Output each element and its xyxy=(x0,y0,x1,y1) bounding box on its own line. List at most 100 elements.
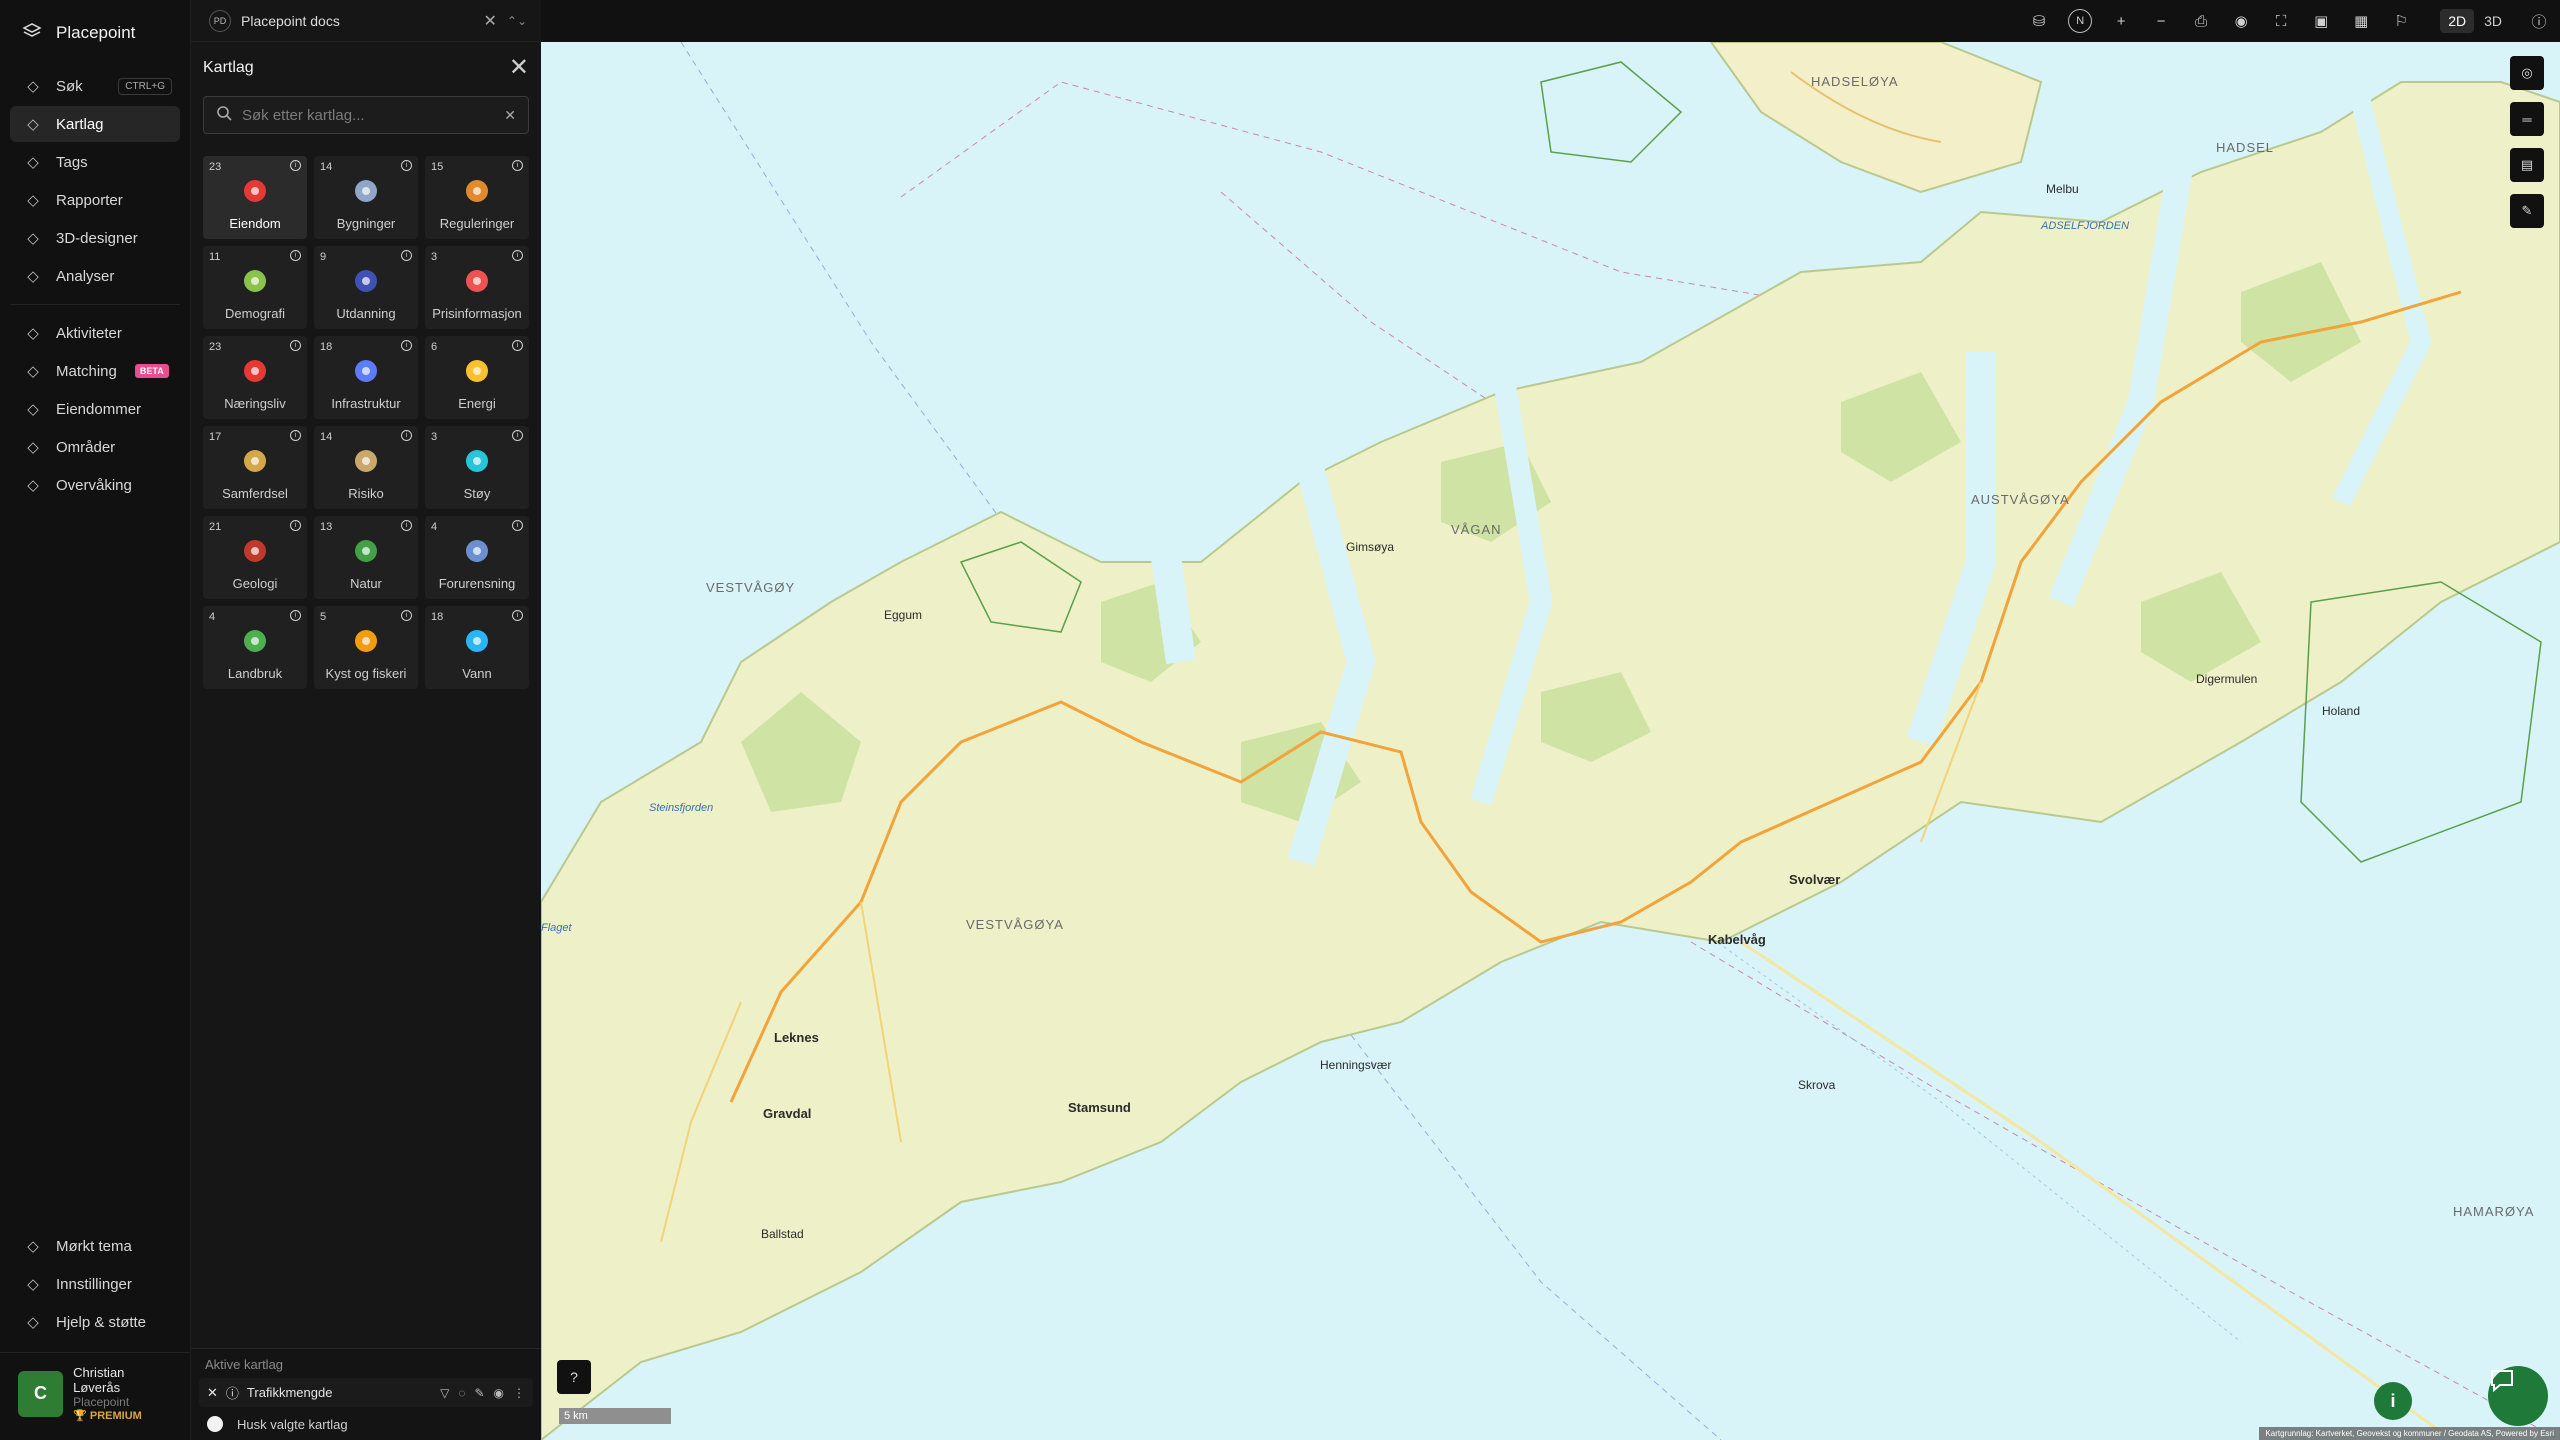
sidebar-item-analyser[interactable]: ◇ Analyser xyxy=(10,258,180,294)
edit-icon[interactable]: ✎ xyxy=(474,1386,484,1400)
layer-count: 5 xyxy=(320,611,327,623)
visibility-icon[interactable]: ◉ xyxy=(494,1386,504,1400)
mode-3d-button[interactable]: 3D xyxy=(2476,9,2510,33)
layer-category-infrastruktur[interactable]: 18 i Infrastruktur xyxy=(314,336,418,419)
layers-stack-icon[interactable]: ⛁ xyxy=(2028,10,2050,32)
brand[interactable]: Placepoint xyxy=(0,0,190,66)
sidebar-item-søk[interactable]: ◇ Søk CTRL+G xyxy=(10,68,180,104)
info-icon[interactable]: i xyxy=(401,430,412,441)
layer-category-vann[interactable]: 18 i Vann xyxy=(425,606,529,689)
sidebar-item-label: Mørkt tema xyxy=(56,1237,132,1255)
info-icon[interactable]: ⓘ xyxy=(2528,10,2550,32)
sidebar-item-3d-designer[interactable]: ◇ 3D-designer xyxy=(10,220,180,256)
remove-layer-icon[interactable]: ✕ xyxy=(207,1385,218,1401)
info-icon[interactable]: i xyxy=(401,610,412,621)
info-icon[interactable]: i xyxy=(290,160,301,171)
layer-category-støy[interactable]: 3 i Støy xyxy=(425,426,529,509)
map-canvas[interactable]: HADSELØYA HADSEL ADSELFJORDEN Melbu VESTVÅGØ… xyxy=(541,42,2560,1440)
layer-category-landbruk[interactable]: 4 i Landbruk xyxy=(203,606,307,689)
active-layer-row[interactable]: ✕ ⓘ Trafikkmengde ▽ ◌ ✎ ◉ ⋮ xyxy=(199,1378,533,1407)
sidebar-item-mørkt-tema[interactable]: ◇ Mørkt tema xyxy=(10,1228,181,1264)
matching-icon: ◇ xyxy=(27,363,39,380)
measure-icon[interactable]: ═ xyxy=(2510,102,2544,136)
close-workspace-icon[interactable]: ✕ xyxy=(483,11,496,31)
sidebar-item-innstillinger[interactable]: ◇ Innstillinger xyxy=(10,1266,181,1302)
sidebar-item-aktiviteter[interactable]: ◇ Aktiviteter xyxy=(10,315,180,351)
style-icon[interactable]: ◌ xyxy=(458,1386,465,1400)
chat-icon[interactable] xyxy=(2488,1366,2548,1426)
chevron-updown-icon[interactable]: ⌃⌄ xyxy=(507,14,527,28)
sidebar-item-rapporter[interactable]: ◇ Rapporter xyxy=(10,182,180,218)
info-icon[interactable]: i xyxy=(401,160,412,171)
mode-2d-button[interactable]: 2D xyxy=(2440,9,2475,33)
layer-category-næringsliv[interactable]: 23 i Næringsliv xyxy=(203,336,307,419)
north-arrow-icon[interactable]: N xyxy=(2068,9,2093,33)
layer-count: 11 xyxy=(209,251,221,263)
analytics-icon[interactable]: ▤ xyxy=(2510,148,2544,182)
remember-toggle[interactable] xyxy=(207,1416,223,1432)
map-basemap xyxy=(541,42,2560,1440)
close-panel-icon[interactable]: ✕ xyxy=(509,56,529,80)
sidebar-item-områder[interactable]: ◇ Områder xyxy=(10,429,180,465)
layer-category-eiendom[interactable]: 23 i Eiendom xyxy=(203,156,307,239)
layer-category-kyst-og-fiskeri[interactable]: 5 i Kyst og fiskeri xyxy=(314,606,418,689)
category-label: Demografi xyxy=(225,306,285,321)
clear-search-icon[interactable]: ✕ xyxy=(504,107,516,124)
layer-category-reguleringer[interactable]: 15 i Reguleringer xyxy=(425,156,529,239)
sidebar-item-eiendommer[interactable]: ◇ Eiendommer xyxy=(10,391,180,427)
active-layer-name: Trafikkmengde xyxy=(246,1385,333,1400)
info-icon[interactable]: i xyxy=(512,160,523,171)
layer-category-natur[interactable]: 13 i Natur xyxy=(314,516,418,599)
more-icon[interactable]: ⋮ xyxy=(513,1386,525,1400)
info-icon[interactable]: i xyxy=(512,520,523,531)
workspace-bar[interactable]: PD Placepoint docs ✕ ⌃⌄ xyxy=(191,0,541,42)
layer-category-demografi[interactable]: 11 i Demografi xyxy=(203,246,307,329)
app-name: Placepoint xyxy=(56,23,136,42)
layer-category-geologi[interactable]: 21 i Geologi xyxy=(203,516,307,599)
basemap-icon[interactable]: ◎ xyxy=(2510,56,2544,90)
layer-category-forurensning[interactable]: 4 i Forurensning xyxy=(425,516,529,599)
layer-category-bygninger[interactable]: 14 i Bygninger xyxy=(314,156,418,239)
info-icon[interactable]: i xyxy=(290,430,301,441)
info-icon[interactable]: ⓘ xyxy=(226,1383,239,1402)
map-help-icon[interactable]: ? xyxy=(557,1360,591,1394)
user-card[interactable]: C Christian Løverås Placepoint 🏆 PREMIUM xyxy=(0,1352,191,1440)
layer-category-prisinformasjon[interactable]: 3 i Prisinformasjon xyxy=(425,246,529,329)
sidebar-item-tags[interactable]: ◇ Tags xyxy=(10,144,180,180)
info-icon[interactable]: i xyxy=(401,250,412,261)
info-icon[interactable]: i xyxy=(290,340,301,351)
info-icon[interactable]: i xyxy=(512,340,523,351)
grid-icon[interactable]: ▦ xyxy=(2350,10,2372,32)
zoom-in-icon[interactable]: + xyxy=(2110,10,2132,32)
info-icon[interactable]: i xyxy=(290,250,301,261)
sidebar-item-matching[interactable]: ◇ Matching BETA xyxy=(10,353,180,389)
zoom-out-icon[interactable]: − xyxy=(2150,10,2172,32)
camera-icon[interactable]: ▣ xyxy=(2310,10,2332,32)
sidebar-item-overvåking[interactable]: ◇ Overvåking xyxy=(10,467,180,503)
info-icon[interactable]: i xyxy=(512,430,523,441)
layer-category-energi[interactable]: 6 i Energi xyxy=(425,336,529,419)
info-icon[interactable]: i xyxy=(401,520,412,531)
draw-icon[interactable]: ✎ xyxy=(2510,194,2544,228)
remember-layers[interactable]: Husk valgte kartlag xyxy=(191,1407,541,1440)
layers-icon: ◇ xyxy=(27,116,39,133)
fullscreen-icon[interactable]: ⛶ xyxy=(2270,10,2292,32)
layer-search-input[interactable] xyxy=(242,106,495,124)
filter-icon[interactable]: ▽ xyxy=(440,1386,449,1400)
sidebar-item-kartlag[interactable]: ◇ Kartlag xyxy=(10,106,180,142)
info-icon[interactable]: i xyxy=(512,610,523,621)
eye-icon[interactable]: ◉ xyxy=(2230,10,2252,32)
print-icon[interactable]: ⎙ xyxy=(2190,10,2212,32)
info-icon[interactable]: i xyxy=(401,340,412,351)
layer-category-samferdsel[interactable]: 17 i Samferdsel xyxy=(203,426,307,509)
demography-icon xyxy=(238,264,272,298)
info-icon[interactable]: i xyxy=(290,610,301,621)
layer-category-utdanning[interactable]: 9 i Utdanning xyxy=(314,246,418,329)
map-label: HADSELØYA xyxy=(1811,74,1899,89)
sidebar-item-hjelp-støtte[interactable]: ◇ Hjelp & støtte xyxy=(10,1304,181,1340)
layer-category-risiko[interactable]: 14 i Risiko xyxy=(314,426,418,509)
info-icon[interactable]: i xyxy=(290,520,301,531)
bookmark-icon[interactable]: ⚐ xyxy=(2390,10,2412,32)
info-fab-icon[interactable]: i xyxy=(2374,1382,2412,1420)
info-icon[interactable]: i xyxy=(512,250,523,261)
